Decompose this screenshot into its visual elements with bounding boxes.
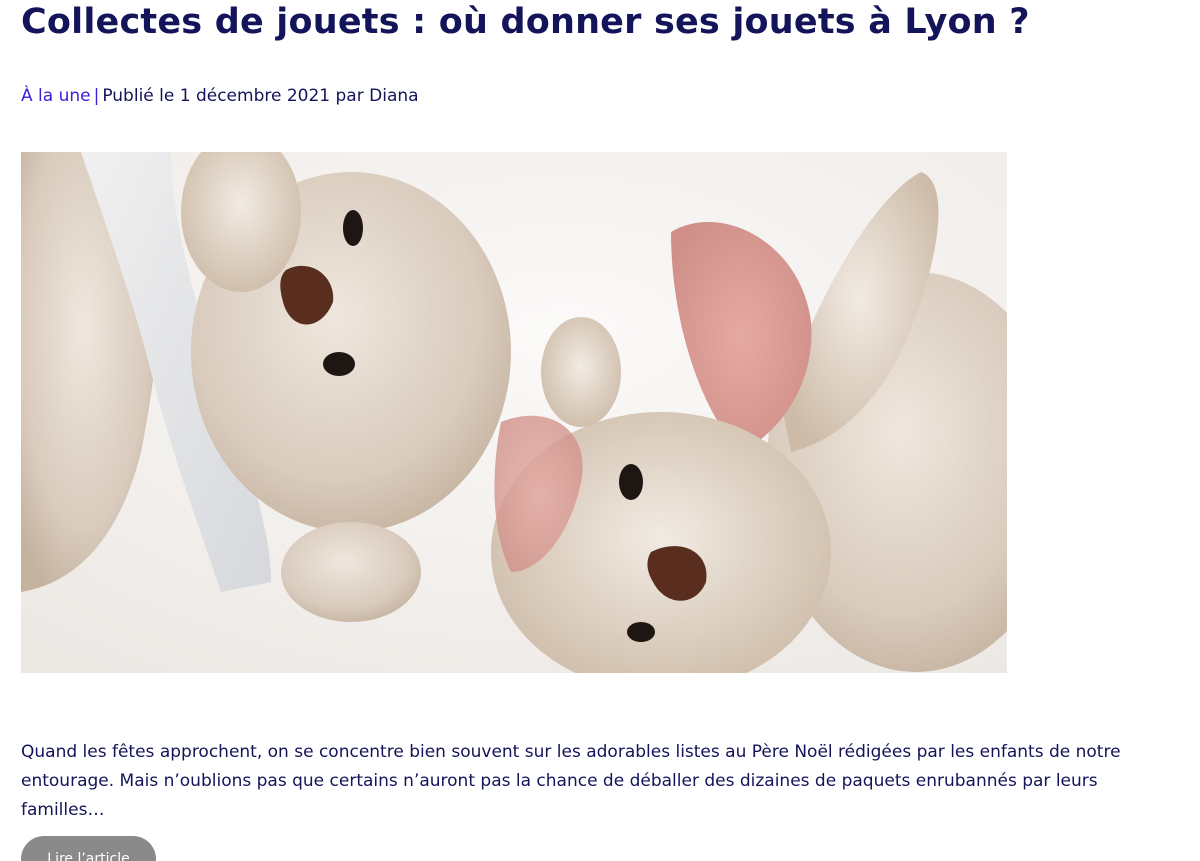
article-meta: À la une | Publié le 1 décembre 2021 par D… [21, 86, 419, 106]
author-name: Diana [369, 86, 419, 106]
plush-bunnies-illustration [21, 152, 1007, 673]
read-article-button[interactable]: Lire l’article [21, 836, 156, 861]
meta-separator: | [93, 86, 100, 106]
category-link[interactable]: À la une [21, 86, 91, 106]
article-excerpt: Quand les fêtes approchent, on se concen… [21, 742, 1121, 820]
article-title[interactable]: Collectes de jouets : où donner ses joue… [21, 2, 1030, 42]
published-label: Publié le 1 décembre 2021 par [102, 86, 364, 106]
hero-image[interactable] [21, 152, 1007, 673]
